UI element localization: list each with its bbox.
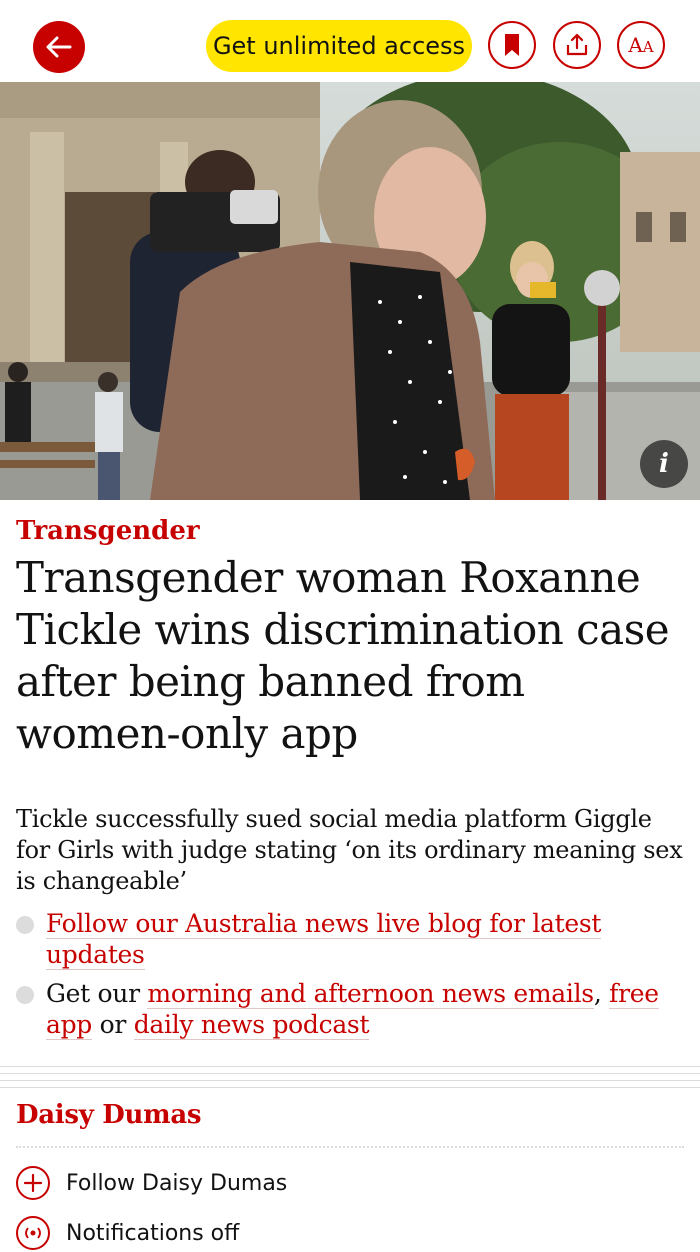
divider bbox=[0, 1087, 700, 1088]
author-name[interactable]: Daisy Dumas bbox=[16, 1100, 202, 1130]
bullet-live-blog: Follow our Australia news live blog for … bbox=[16, 908, 686, 970]
share-button[interactable] bbox=[553, 21, 601, 69]
bullet-dot bbox=[16, 916, 34, 934]
bookmark-button[interactable] bbox=[488, 21, 536, 69]
notifications-icon bbox=[16, 1216, 50, 1250]
image-info-button[interactable]: i bbox=[640, 440, 688, 488]
hero-image: i bbox=[0, 82, 700, 500]
follow-author-button[interactable]: Follow Daisy Dumas bbox=[16, 1164, 287, 1202]
text-size-button[interactable]: AA bbox=[617, 21, 665, 69]
plus-icon bbox=[16, 1166, 50, 1200]
top-toolbar: Get unlimited access AA bbox=[0, 0, 700, 82]
info-icon: i bbox=[659, 449, 669, 479]
bullet-text: Get our bbox=[46, 979, 148, 1008]
bullet-text: , bbox=[593, 979, 610, 1008]
dotted-divider bbox=[16, 1146, 684, 1148]
news-emails-link[interactable]: morning and afternoon news emails bbox=[147, 979, 594, 1009]
bookmark-icon bbox=[505, 34, 519, 56]
live-blog-link[interactable]: Follow our Australia news live blog for … bbox=[46, 909, 601, 970]
share-icon bbox=[566, 33, 588, 56]
back-button[interactable] bbox=[33, 21, 85, 73]
section-kicker[interactable]: Transgender bbox=[16, 516, 200, 546]
standfirst-bullets: Follow our Australia news live blog for … bbox=[16, 908, 686, 1048]
divider bbox=[0, 1080, 700, 1081]
article-headline: Transgender woman Roxanne Tickle wins di… bbox=[16, 553, 670, 758]
news-podcast-link[interactable]: daily news podcast bbox=[133, 1010, 370, 1040]
divider bbox=[0, 1066, 700, 1067]
notifications-toggle[interactable]: Notifications off bbox=[16, 1214, 239, 1252]
article-standfirst: Tickle successfully sued social media pl… bbox=[16, 805, 683, 895]
bullet-text: or bbox=[92, 1010, 134, 1039]
text-size-icon: AA bbox=[628, 33, 654, 57]
arrow-left-icon bbox=[46, 36, 72, 58]
follow-label: Follow Daisy Dumas bbox=[66, 1170, 288, 1196]
notifications-label: Notifications off bbox=[66, 1220, 240, 1246]
bullet-dot bbox=[16, 986, 34, 1004]
get-unlimited-access-button[interactable]: Get unlimited access bbox=[206, 20, 472, 72]
bullet-newsletters: Get our morning and afternoon news email… bbox=[16, 978, 686, 1040]
divider bbox=[0, 1073, 700, 1074]
hero-photo-illustration bbox=[0, 82, 700, 500]
